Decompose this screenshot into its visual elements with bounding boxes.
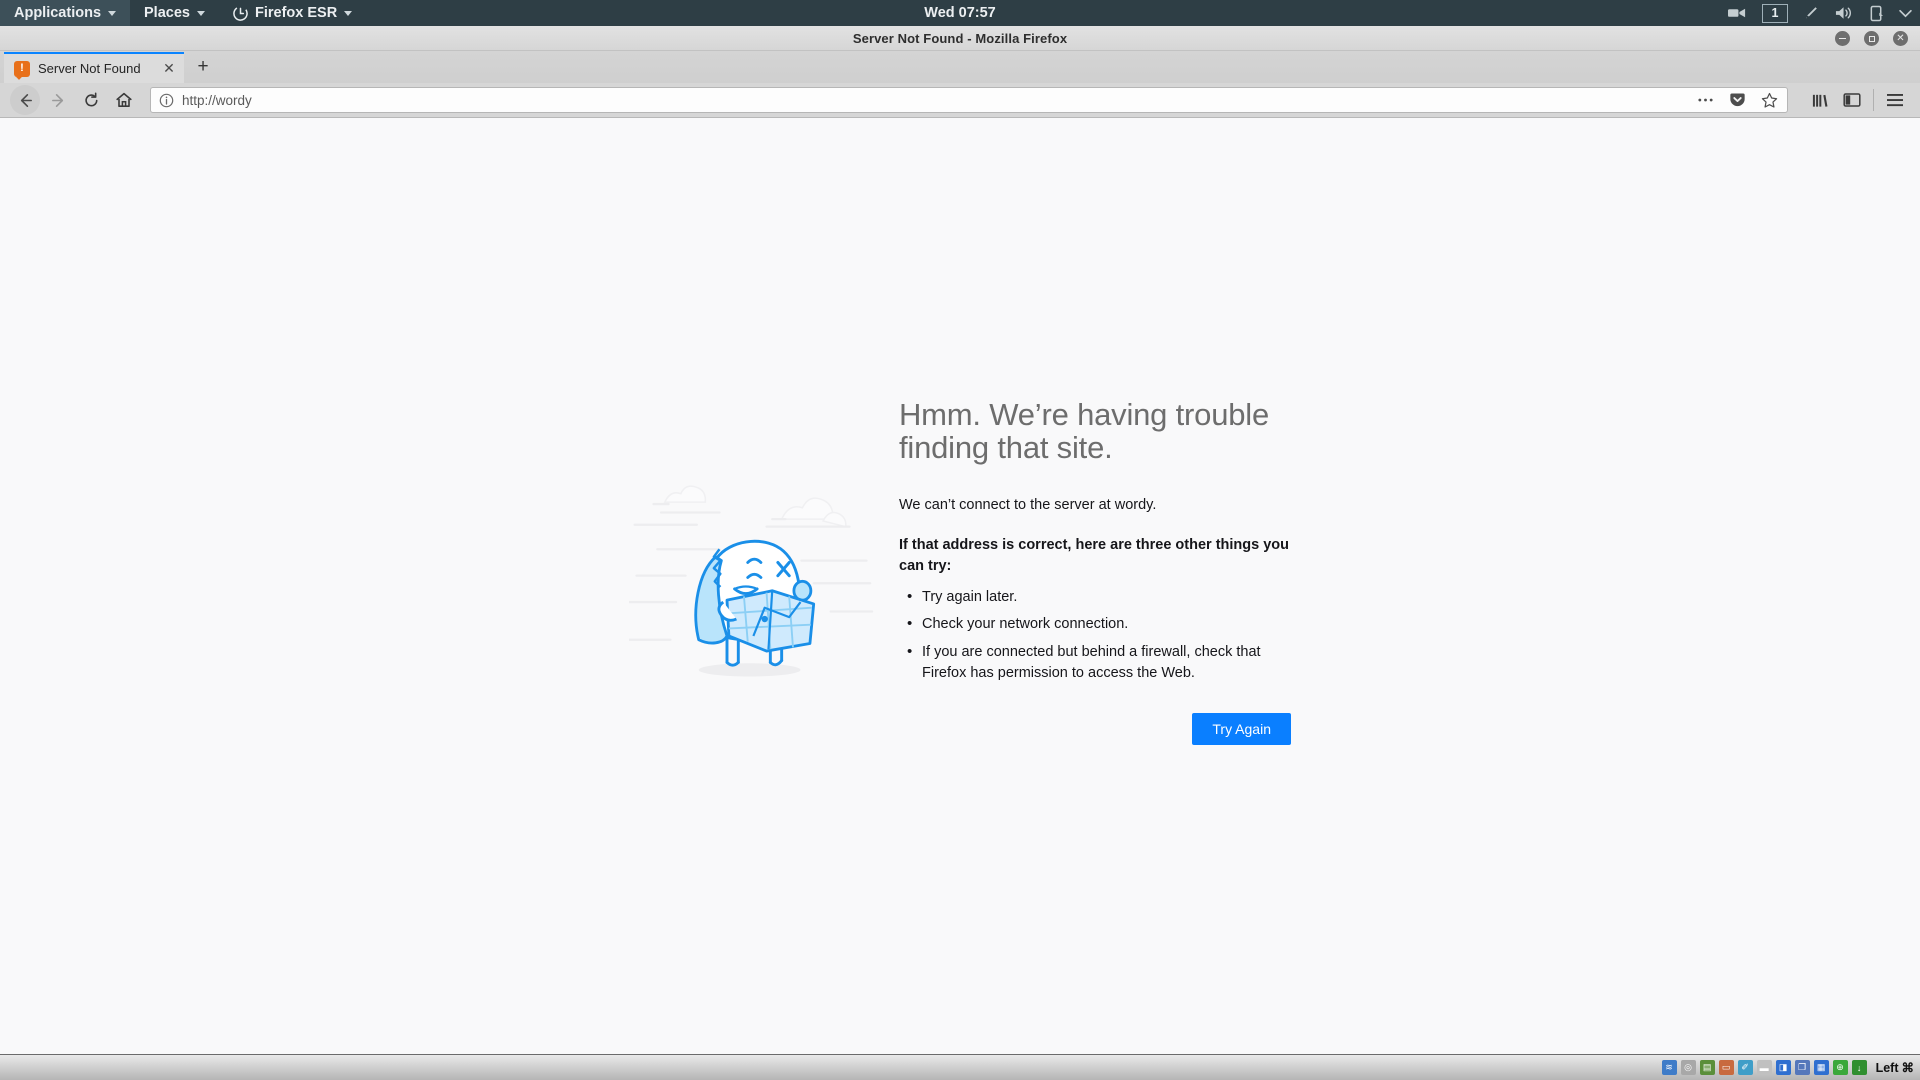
chevron-down-icon [344, 10, 353, 16]
globe-tray-icon[interactable]: ⊕ [1832, 1060, 1848, 1075]
page-title: Hmm. We’re having trouble finding that s… [899, 397, 1270, 466]
maximize-icon [1868, 35, 1875, 42]
window-tray-icon[interactable]: ◨ [1775, 1060, 1791, 1075]
close-icon: ✕ [1896, 32, 1905, 44]
firefox-esr-menu[interactable]: Firefox ESR [219, 0, 366, 26]
try-again-button[interactable]: Try Again [1192, 713, 1291, 746]
error-suggestions-lead: If that address is correct, here are thr… [899, 537, 1289, 574]
reload-button[interactable] [76, 85, 106, 115]
command-key-icon: ⌘ [1901, 1061, 1915, 1075]
network-error-page: Hmm. We’re having trouble finding that s… [0, 118, 1920, 746]
toolbar-right-buttons [1805, 85, 1910, 115]
window-title: Server Not Found - Mozilla Firefox [852, 30, 1068, 46]
pocket-icon[interactable] [1725, 89, 1749, 111]
page-actions-icon[interactable] [1693, 89, 1717, 111]
clipboard-tray-icon[interactable]: ❐ [1794, 1060, 1810, 1075]
info-icon[interactable] [159, 93, 174, 108]
desktop-top-bar: Applications Places Firefox ESR Wed 07:5… [0, 0, 1920, 26]
hamburger-menu-icon[interactable] [1880, 85, 1910, 115]
forward-button[interactable] [43, 85, 73, 115]
minimize-button[interactable] [1835, 31, 1850, 46]
workspace-indicator[interactable]: 1 [1762, 3, 1788, 23]
disc-tray-icon[interactable]: ◎ [1680, 1060, 1696, 1075]
close-button[interactable]: ✕ [1893, 31, 1908, 46]
list-item: If you are connected but behind a firewa… [899, 641, 1291, 683]
warning-favicon-icon: ! [14, 60, 30, 77]
bottom-taskbar: ≋ ◎ ▤ ▭ ✐ ▬ ◨ ❐ ▦ ⊕ ↓ Left ⌘ [0, 1054, 1920, 1080]
display-tray-icon[interactable]: ▭ [1718, 1060, 1734, 1075]
brightness-icon[interactable] [1803, 5, 1820, 21]
error-suggestions-list: Try again later. Check your network conn… [899, 586, 1291, 683]
firefox-icon [233, 5, 248, 21]
page-content: Hmm. We’re having trouble finding that s… [0, 118, 1920, 1053]
tab-label: Server Not Found [38, 61, 141, 76]
home-icon [116, 92, 132, 107]
tab-server-not-found[interactable]: ! Server Not Found ✕ [4, 52, 184, 83]
back-button[interactable] [10, 85, 40, 115]
library-icon[interactable] [1805, 85, 1835, 115]
exclamation-glyph: ! [20, 62, 24, 74]
url-input[interactable]: http://wordy [182, 93, 1685, 108]
network-tray-icon[interactable]: ≋ [1661, 1060, 1677, 1075]
tab-close-icon[interactable]: ✕ [160, 60, 178, 78]
applications-menu[interactable]: Applications [0, 0, 131, 26]
sidebar-toggle-icon[interactable] [1837, 85, 1867, 115]
battery-icon[interactable] [1869, 5, 1884, 22]
screencast-icon[interactable] [1728, 6, 1747, 20]
bookmark-star-icon[interactable] [1757, 89, 1781, 111]
error-actions: Try Again [899, 713, 1291, 746]
keyboard-layout-indicator[interactable]: Left ⌘ [1875, 1060, 1915, 1076]
error-text-block: Hmm. We’re having trouble finding that s… [899, 397, 1291, 746]
keyboard-layout-label: Left [1875, 1060, 1899, 1075]
reload-icon [84, 92, 97, 106]
edit-tray-icon[interactable]: ✐ [1737, 1060, 1753, 1075]
minimize-icon [1839, 37, 1846, 40]
places-menu[interactable]: Places [130, 0, 219, 26]
chevron-down-icon [196, 10, 205, 16]
list-item: Check your network connection. [899, 613, 1291, 635]
forward-arrow-icon [51, 93, 63, 107]
new-tab-button[interactable]: + [190, 54, 216, 80]
mount-tray-icon[interactable]: ▤ [1699, 1060, 1715, 1075]
window-controls: ✕ [1835, 26, 1908, 51]
download-tray-icon[interactable]: ↓ [1851, 1060, 1867, 1075]
cpu-tray-icon[interactable]: ▦ [1813, 1060, 1829, 1075]
window-titlebar: Server Not Found - Mozilla Firefox ✕ [0, 26, 1920, 51]
applications-menu-label: Applications [14, 5, 102, 21]
chevron-down-icon [108, 10, 117, 16]
toolbar-separator [1873, 89, 1874, 111]
tab-strip: ! Server Not Found ✕ + [0, 51, 1920, 83]
list-item: Try again later. [899, 586, 1291, 608]
back-arrow-icon [20, 93, 32, 107]
error-short-description: We can’t connect to the server at wordy. [899, 496, 1157, 513]
maximize-button[interactable] [1864, 31, 1879, 46]
firefox-window: Server Not Found - Mozilla Firefox ✕ ! S… [0, 26, 1920, 1054]
home-button[interactable] [109, 85, 139, 115]
volume-icon[interactable] [1835, 5, 1854, 21]
desktop-system-tray: 1 [1728, 0, 1912, 26]
places-menu-label: Places [144, 5, 190, 21]
firefox-esr-menu-label: Firefox ESR [254, 5, 338, 21]
url-bar[interactable]: http://wordy [150, 87, 1788, 113]
lost-explorer-with-map-illustration [627, 466, 874, 691]
navigation-toolbar: http://wordy [0, 83, 1920, 118]
system-menu-chevron-icon[interactable] [1899, 9, 1912, 18]
folder-tray-icon[interactable]: ▬ [1756, 1060, 1772, 1075]
